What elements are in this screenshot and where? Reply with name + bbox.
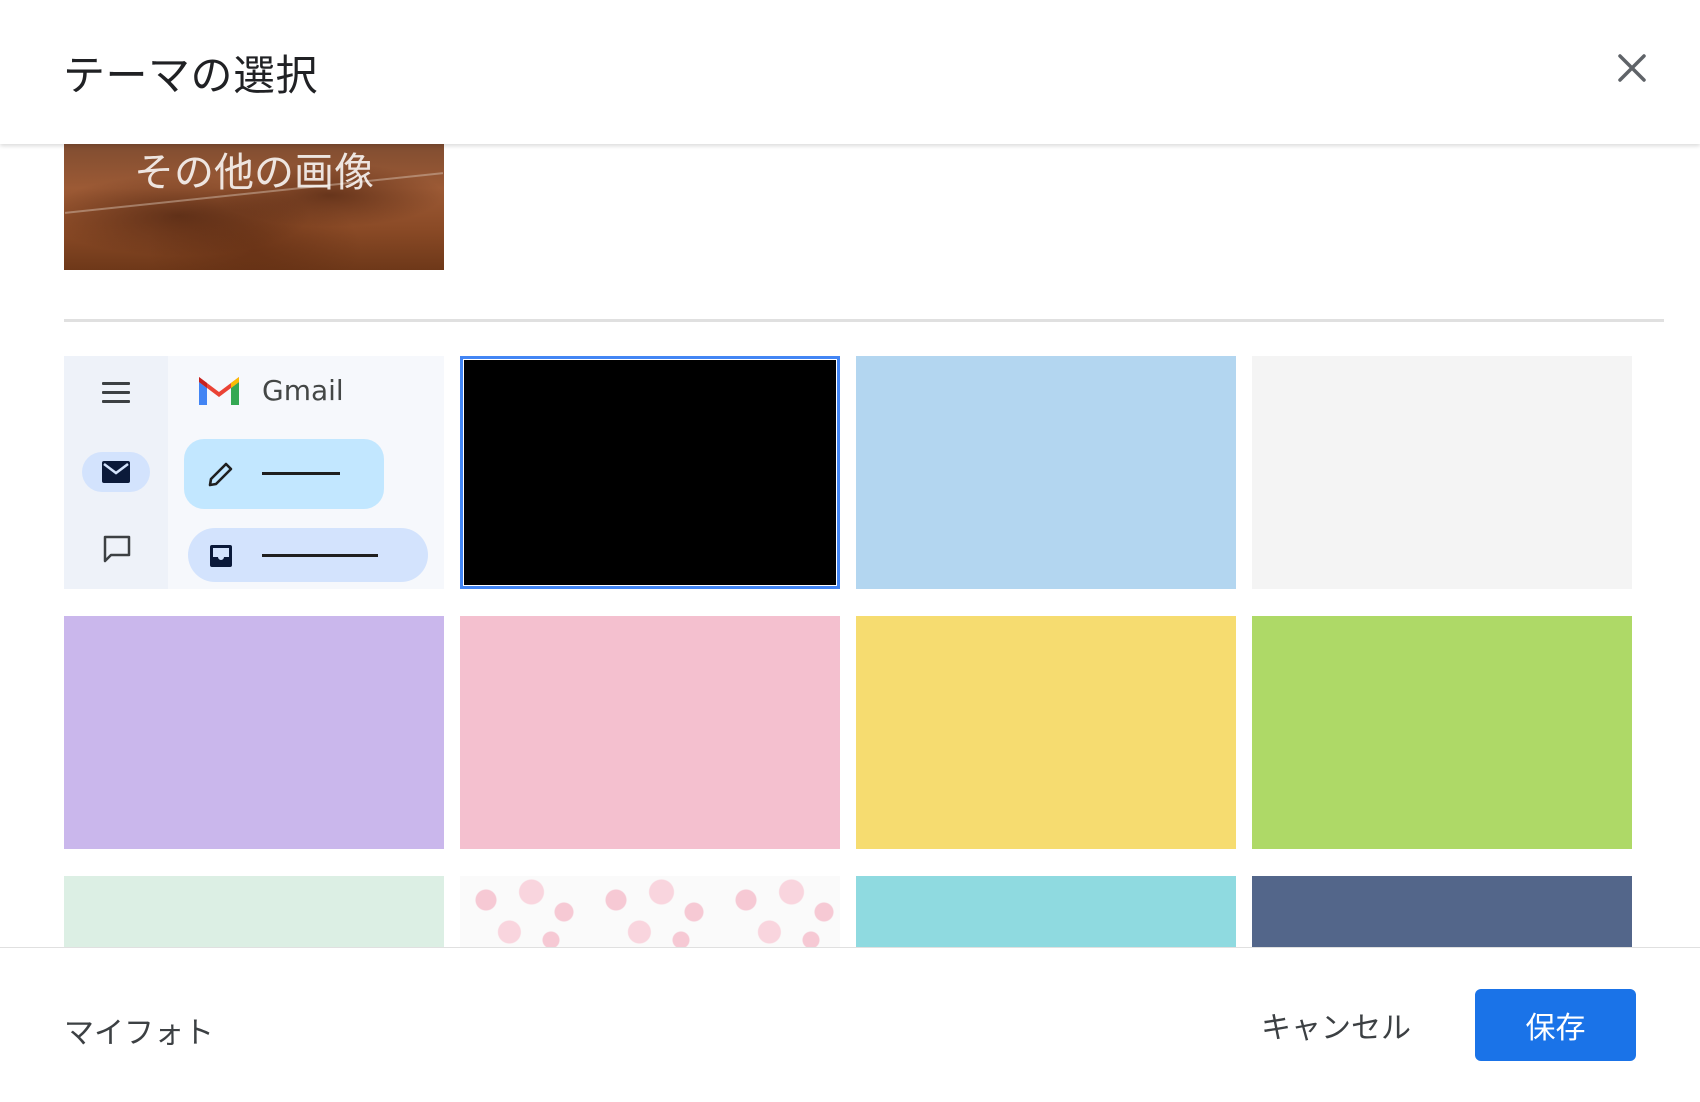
- inbox-pill: [188, 528, 428, 582]
- theme-default[interactable]: Gmail: [64, 356, 444, 589]
- dialog-header: テーマの選択: [0, 0, 1700, 144]
- theme-sakura-pattern[interactable]: [460, 876, 840, 947]
- more-images-tile[interactable]: その他の画像: [64, 144, 444, 270]
- compose-pill: [184, 439, 384, 509]
- inbox-icon: [210, 545, 232, 567]
- chat-icon: [103, 535, 131, 563]
- theme-dialog: テーマの選択 その他の画像 Gmail マイフォト キャンセル 保存: [0, 0, 1700, 1102]
- dialog-footer: マイフォト キャンセル 保存: [0, 947, 1700, 1102]
- theme-yellow[interactable]: [856, 616, 1236, 849]
- cancel-button[interactable]: キャンセル: [1252, 996, 1420, 1054]
- compose-placeholder-line: [262, 472, 340, 475]
- preview-nav-rail: [64, 356, 168, 589]
- dialog-title: テーマの選択: [63, 51, 319, 100]
- theme-lavender[interactable]: [64, 616, 444, 849]
- theme-mint[interactable]: [64, 876, 444, 947]
- close-icon: [1618, 54, 1646, 82]
- theme-slate-blue[interactable]: [1252, 876, 1632, 947]
- theme-black[interactable]: [460, 356, 840, 589]
- gmail-logo-icon: [199, 377, 239, 405]
- pencil-icon: [208, 462, 233, 487]
- my-photos-link[interactable]: マイフォト: [64, 1008, 214, 1052]
- gmail-brand-text: Gmail: [262, 374, 344, 407]
- theme-turquoise[interactable]: [856, 876, 1236, 947]
- preview-main: Gmail: [168, 356, 444, 589]
- menu-icon: [102, 382, 130, 409]
- theme-pink[interactable]: [460, 616, 840, 849]
- more-images-label: その他の画像: [134, 150, 374, 196]
- mail-pill: [82, 452, 150, 492]
- save-button[interactable]: 保存: [1475, 989, 1636, 1061]
- mail-icon: [102, 461, 130, 483]
- close-button[interactable]: [1608, 44, 1656, 92]
- theme-light-gray[interactable]: [1252, 356, 1632, 589]
- theme-lime[interactable]: [1252, 616, 1632, 849]
- theme-light-blue[interactable]: [856, 356, 1236, 589]
- section-divider: [64, 319, 1664, 322]
- theme-grid-scroll[interactable]: その他の画像 Gmail: [0, 144, 1700, 947]
- inbox-placeholder-line: [262, 554, 378, 557]
